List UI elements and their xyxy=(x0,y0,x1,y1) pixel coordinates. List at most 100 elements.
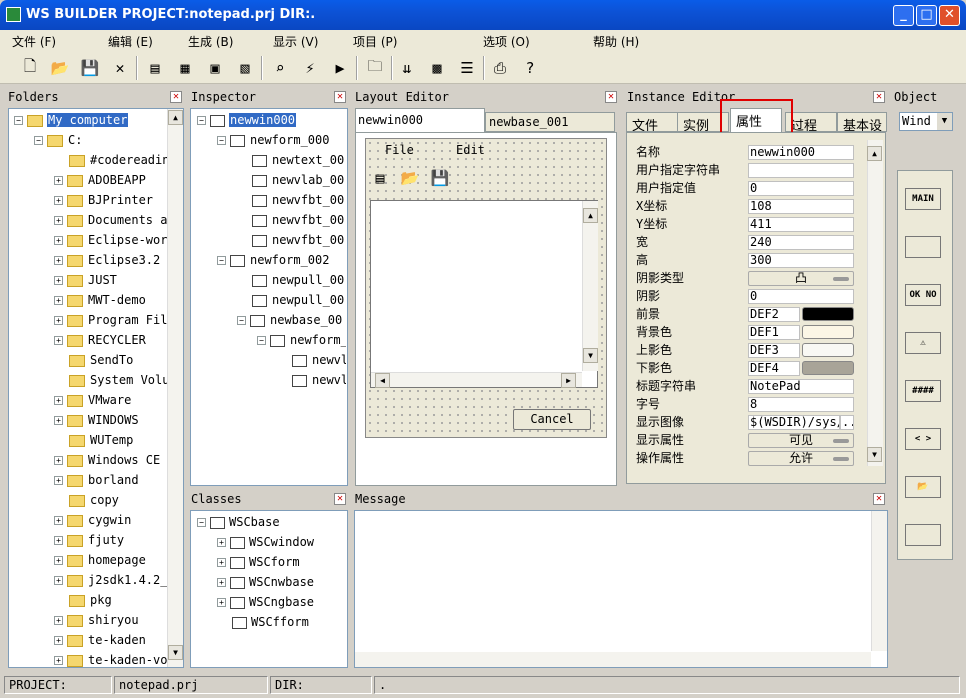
property-value[interactable]: $(WSDIR)/sys/ xyxy=(748,415,840,430)
message-hscrollbar[interactable] xyxy=(355,652,871,667)
inspector-item[interactable]: − newform_002 xyxy=(217,250,346,270)
tree-toggle-icon[interactable]: + xyxy=(54,296,63,305)
design-save-icon[interactable]: 💾 xyxy=(430,168,450,188)
new-window-icon[interactable]: ▤ xyxy=(143,56,167,80)
folder-item[interactable]: + te-kaden xyxy=(54,630,167,650)
tree-toggle-icon[interactable]: − xyxy=(217,136,226,145)
color-swatch[interactable] xyxy=(802,361,854,375)
tree-toggle-icon[interactable]: + xyxy=(54,456,63,465)
folder-item[interactable]: SendTo xyxy=(54,350,167,370)
inspector-item[interactable]: − newwin000 xyxy=(197,110,346,130)
tree-toggle-icon[interactable]: + xyxy=(54,176,63,185)
tree-toggle-icon[interactable]: + xyxy=(54,616,63,625)
open-folder-icon[interactable]: 📂 xyxy=(48,56,72,80)
design-scroll-right[interactable]: ▶ xyxy=(561,373,576,388)
design-scroll-down[interactable]: ▼ xyxy=(583,348,598,363)
tree-toggle-icon[interactable]: − xyxy=(257,336,266,345)
class-item[interactable]: WSCfform xyxy=(217,612,346,632)
instance-tab[interactable]: 文件 xyxy=(626,112,678,132)
folder-item[interactable]: + Program Fil xyxy=(54,310,167,330)
folders-close-icon[interactable]: ✕ xyxy=(170,91,182,103)
design-scroll-up[interactable]: ▲ xyxy=(583,208,598,223)
folder-item[interactable]: + Windows CE xyxy=(54,450,167,470)
folders-scroll-up[interactable]: ▲ xyxy=(168,110,183,125)
inspector-close-icon[interactable]: ✕ xyxy=(334,91,346,103)
folder-item[interactable]: + cygwin xyxy=(54,510,167,530)
menu-edit[interactable]: 编辑 (E) xyxy=(108,33,153,50)
folder-item[interactable]: + VMware xyxy=(54,390,167,410)
object-select[interactable]: Wind ▼ xyxy=(899,112,953,131)
object-widget-button[interactable]: < > xyxy=(905,428,941,450)
design-open-icon[interactable]: 📂 xyxy=(400,168,420,188)
object-widget-button[interactable]: OK NO xyxy=(905,284,941,306)
folder-item[interactable]: + homepage xyxy=(54,550,167,570)
browse-button[interactable]: .. xyxy=(840,415,854,430)
property-value[interactable]: 300 xyxy=(748,253,854,268)
instance-tab[interactable]: 基本设 xyxy=(837,112,887,132)
design-menu-edit[interactable]: Edit xyxy=(456,143,485,157)
property-value[interactable]: 0 xyxy=(748,181,854,196)
close-button[interactable]: ✕ xyxy=(939,5,960,26)
folder-item[interactable]: + Eclipse3.2 xyxy=(54,250,167,270)
tree-toggle-icon[interactable]: + xyxy=(217,558,226,567)
property-value[interactable]: 411 xyxy=(748,217,854,232)
menu-project[interactable]: 项目 (P) xyxy=(353,33,397,50)
inspector-item[interactable]: newvl xyxy=(277,350,346,370)
tree-toggle-icon[interactable]: + xyxy=(54,576,63,585)
inspect-icon[interactable]: ⌕ xyxy=(268,56,292,80)
object-widget-button[interactable] xyxy=(905,524,941,546)
property-value[interactable]: 108 xyxy=(748,199,854,214)
design-hscrollbar[interactable] xyxy=(371,372,582,387)
inspector-item[interactable]: − newbase_00 xyxy=(237,310,346,330)
tree-toggle-icon[interactable]: + xyxy=(54,556,63,565)
object-widget-button[interactable]: ⚠ xyxy=(905,332,941,354)
property-dropdown[interactable]: 可见 xyxy=(748,433,854,448)
layout-close-icon[interactable]: ✕ xyxy=(605,91,617,103)
folder-item[interactable]: + ADOBEAPP xyxy=(54,170,167,190)
save-window-icon[interactable]: ▣ xyxy=(203,56,227,80)
tree-toggle-icon[interactable]: − xyxy=(34,136,43,145)
class-item[interactable]: + WSCnwbase xyxy=(217,572,346,592)
object-widget-button[interactable] xyxy=(905,236,941,258)
color-swatch[interactable] xyxy=(802,307,854,321)
new-file-icon[interactable]: 🗋 xyxy=(18,56,42,80)
save-icon[interactable]: 💾 xyxy=(78,56,102,80)
download-icon[interactable]: ⇊ xyxy=(395,56,419,80)
folder-item[interactable]: + j2sdk1.4.2_ xyxy=(54,570,167,590)
folder-item[interactable]: copy xyxy=(54,490,167,510)
property-value[interactable]: DEF1 xyxy=(748,325,800,340)
menu-file[interactable]: 文件 (F) xyxy=(12,33,56,50)
properties-scrollbar[interactable] xyxy=(867,140,883,466)
folder-item[interactable]: + shiryou xyxy=(54,610,167,630)
layout-tab-newwin000[interactable]: newwin000 xyxy=(355,108,485,132)
tree-toggle-icon[interactable]: + xyxy=(54,636,63,645)
property-value[interactable]: DEF4 xyxy=(748,361,800,376)
folder-item[interactable]: System Volu xyxy=(54,370,167,390)
object-widget-button[interactable]: #### xyxy=(905,380,941,402)
list-icon[interactable]: ☰ xyxy=(455,56,479,80)
folder-item[interactable]: + Eclipse-wor xyxy=(54,230,167,250)
close-window-icon[interactable]: ▧ xyxy=(233,56,257,80)
tree-toggle-icon[interactable]: + xyxy=(54,336,63,345)
help-icon[interactable]: ? xyxy=(518,56,542,80)
tree-toggle-icon[interactable]: + xyxy=(54,656,63,665)
project-folder-icon[interactable]: 🗀 xyxy=(363,56,387,80)
object-widget-button[interactable]: MAIN xyxy=(905,188,941,210)
property-value[interactable]: 0 xyxy=(748,289,854,304)
property-value[interactable]: DEF2 xyxy=(748,307,800,322)
folder-item[interactable]: − C: xyxy=(34,130,167,150)
class-item[interactable]: − WSCbase xyxy=(197,512,346,532)
inspector-item[interactable]: newpull_00 xyxy=(237,270,346,290)
inspector-item[interactable]: − newform_ xyxy=(257,330,346,350)
tree-toggle-icon[interactable]: − xyxy=(217,256,226,265)
folders-scroll-down[interactable]: ▼ xyxy=(168,645,183,660)
tree-toggle-icon[interactable]: + xyxy=(54,216,63,225)
tree-toggle-icon[interactable]: + xyxy=(217,538,226,547)
tree-toggle-icon[interactable]: + xyxy=(54,316,63,325)
delete-icon[interactable]: ✕ xyxy=(108,56,132,80)
design-new-icon[interactable]: ▤ xyxy=(370,168,390,188)
tree-toggle-icon[interactable]: − xyxy=(197,518,206,527)
minimize-button[interactable]: _ xyxy=(893,5,914,26)
design-text-area[interactable] xyxy=(370,200,598,388)
tree-toggle-icon[interactable]: + xyxy=(54,396,63,405)
